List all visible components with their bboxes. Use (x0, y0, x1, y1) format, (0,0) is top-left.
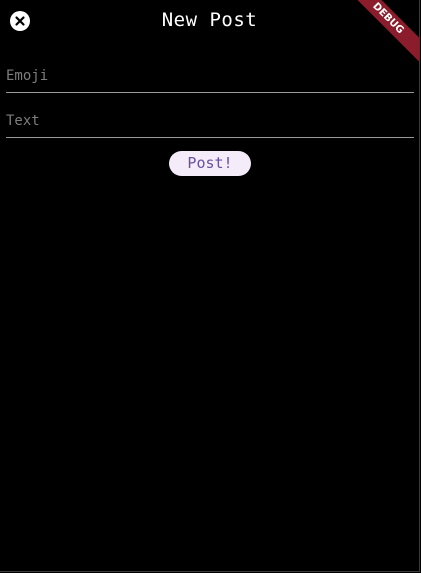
post-button[interactable]: Post! (169, 151, 251, 176)
emoji-input[interactable] (6, 62, 414, 90)
app-window: New Post DEBUG Post! (0, 0, 420, 572)
emoji-field-container (6, 62, 414, 93)
top-bar: New Post (0, 0, 419, 42)
text-input[interactable] (6, 107, 414, 135)
page-title: New Post (161, 9, 258, 31)
text-field-container (6, 107, 414, 138)
